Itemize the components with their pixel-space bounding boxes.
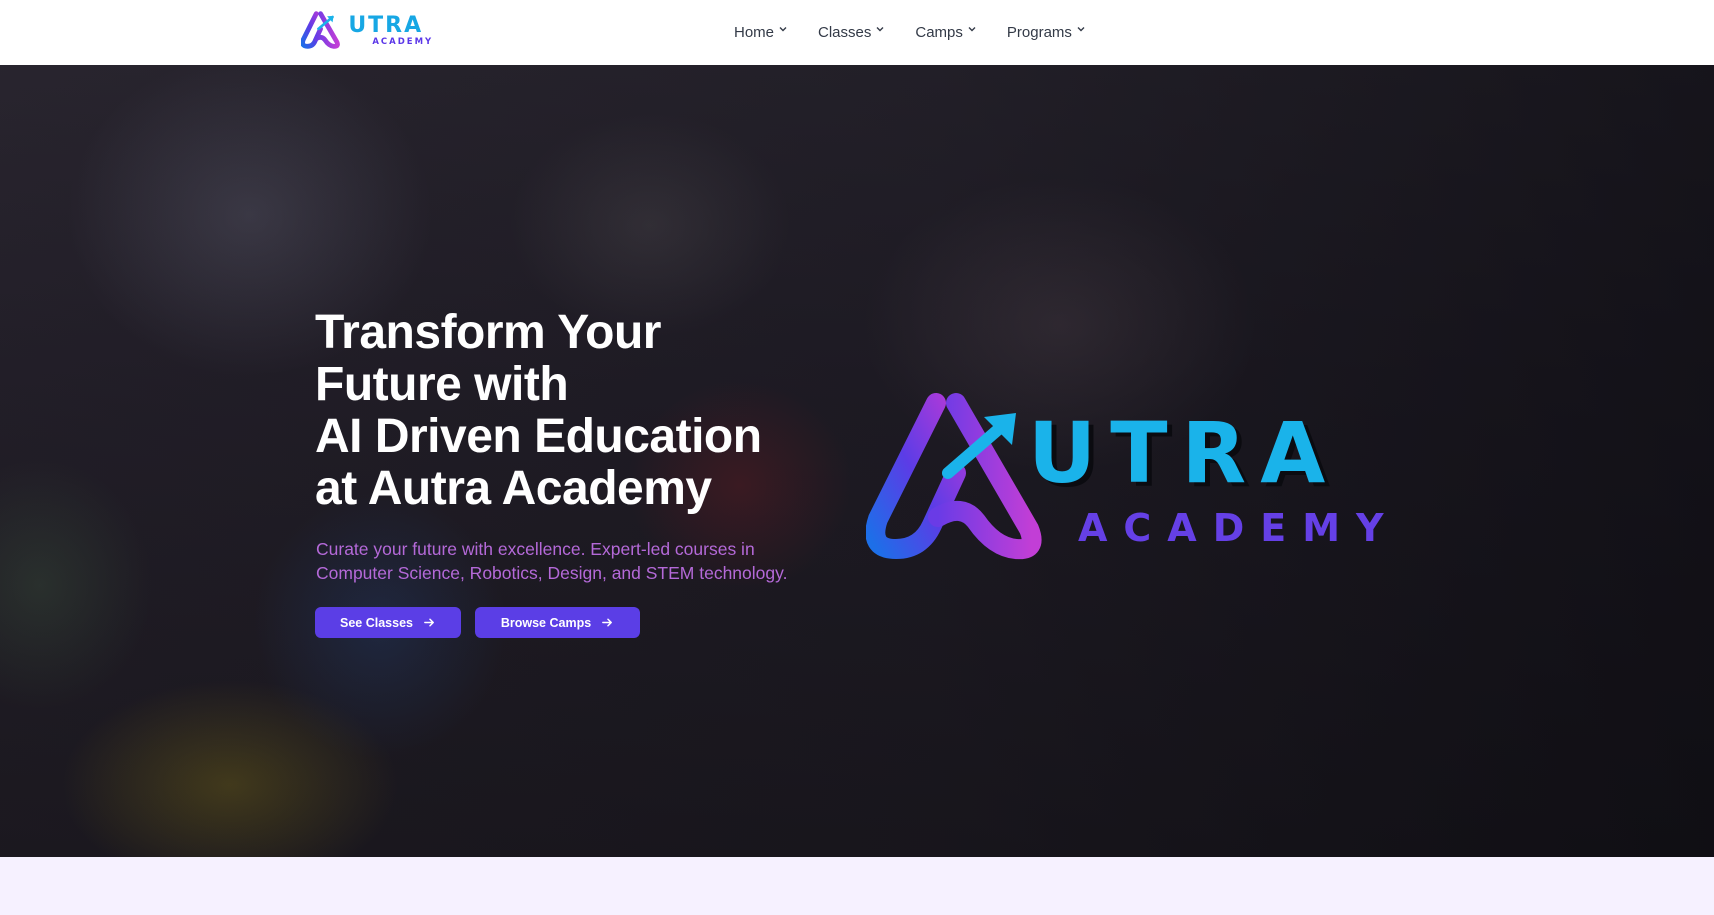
chevron-down-icon bbox=[779, 27, 787, 32]
nav-label-programs: Programs bbox=[1006, 23, 1072, 41]
arrow-right-icon bbox=[424, 618, 434, 627]
brand-text: UTRA ACADEMY bbox=[342, 9, 431, 51]
hero-autra-logo: UTRA ACADEMY bbox=[866, 391, 1386, 561]
hero-subtitle: Curate your future with excellence. Expe… bbox=[316, 537, 816, 585]
chevron-down-icon bbox=[968, 27, 976, 32]
see-classes-button[interactable]: See Classes bbox=[315, 607, 461, 638]
hero-title-line: Transform Your bbox=[315, 306, 661, 359]
hero-section: Transform Your Future with AI Driven Edu… bbox=[0, 65, 1714, 857]
nav-item-camps[interactable]: Camps bbox=[915, 24, 977, 41]
brand-logo-link[interactable]: UTRA ACADEMY bbox=[301, 9, 431, 51]
main-nav: Home Classes Camps Programs bbox=[734, 18, 1116, 46]
nav-item-home[interactable]: Home bbox=[734, 24, 788, 41]
hero-title-line: at Autra Academy bbox=[315, 462, 712, 515]
next-section-edge bbox=[0, 857, 1714, 915]
chevron-down-icon bbox=[876, 27, 884, 32]
nav-item-programs[interactable]: Programs bbox=[1007, 24, 1086, 41]
hero-subtitle-line: Curate your future with excellence. Expe… bbox=[316, 539, 755, 559]
hero-title: Transform Your Future with AI Driven Edu… bbox=[315, 307, 835, 515]
site-header: UTRA ACADEMY Home Classes Camps Programs bbox=[0, 0, 1714, 65]
brand-name: UTRA bbox=[348, 13, 424, 38]
arrow-right-icon bbox=[602, 618, 613, 627]
hero-logo-word: UTRA bbox=[1028, 404, 1340, 502]
browse-camps-label: Browse Camps bbox=[500, 615, 592, 630]
nav-label-camps: Camps bbox=[915, 23, 963, 41]
brand-subname: ACADEMY bbox=[372, 37, 434, 47]
hero-logo-subword: ACADEMY bbox=[1078, 506, 1400, 550]
nav-label-home: Home bbox=[734, 23, 775, 41]
nav-item-classes[interactable]: Classes bbox=[818, 24, 885, 41]
hero-background-photo bbox=[0, 65, 1714, 857]
browse-camps-button[interactable]: Browse Camps bbox=[475, 607, 640, 638]
nav-label-classes: Classes bbox=[818, 23, 872, 41]
hero-title-line: Future with bbox=[315, 358, 569, 411]
autra-logo-mark-icon bbox=[301, 11, 340, 49]
chevron-down-icon bbox=[1077, 27, 1085, 32]
hero-title-line: AI Driven Education bbox=[315, 410, 762, 463]
hero-subtitle-line: Computer Science, Robotics, Design, and … bbox=[316, 563, 788, 583]
see-classes-label: See Classes bbox=[340, 615, 413, 630]
